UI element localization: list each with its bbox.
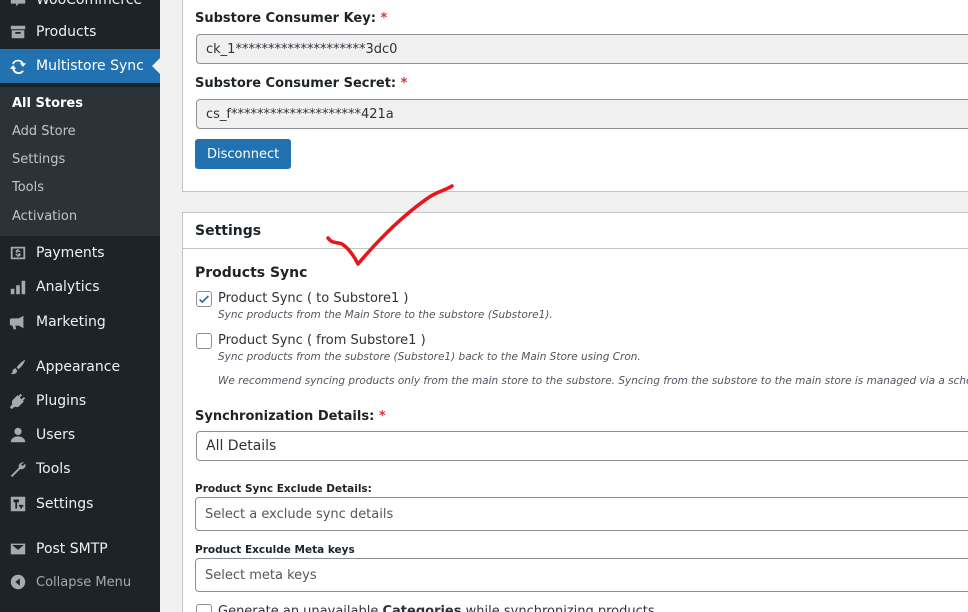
exclude-details-select[interactable]: Select a exclude sync details xyxy=(195,497,968,531)
sidebar-item-tools[interactable]: Tools xyxy=(0,452,160,486)
sidebar-item-settings[interactable]: Settings xyxy=(0,487,160,521)
sidebar-item-label: Payments xyxy=(36,245,105,261)
consumer-key-label: Substore Consumer Key: * xyxy=(195,11,388,26)
sidebar-item-label: Plugins xyxy=(36,393,87,409)
consumer-secret-label: Substore Consumer Secret: * xyxy=(195,76,408,91)
plug-icon xyxy=(8,391,28,411)
collapse-icon xyxy=(8,572,28,592)
submenu-add-store[interactable]: Add Store xyxy=(12,124,76,139)
products-sync-heading: Products Sync xyxy=(195,265,308,281)
sync-to-substore-description: Sync products from the Main Store to the… xyxy=(218,309,553,321)
sidebar-item-label: Post SMTP xyxy=(36,541,108,557)
sidebar-item-label: Marketing xyxy=(36,314,106,330)
sync-to-substore-label[interactable]: Product Sync ( to Substore1 ) xyxy=(218,291,408,306)
sidebar-item-appearance[interactable]: Appearance xyxy=(0,350,160,384)
admin-sidebar: WooCommerce Products Multistore Sync All… xyxy=(0,0,160,612)
sync-icon xyxy=(8,56,28,76)
settings-icon xyxy=(8,494,28,514)
sync-from-substore-description: Sync products from the substore (Substor… xyxy=(218,351,641,363)
sidebar-item-label: Settings xyxy=(36,496,94,512)
sidebar-item-multistore-sync[interactable]: Multistore Sync xyxy=(0,49,160,83)
exclude-meta-label: Product Exculde Meta keys xyxy=(195,544,355,556)
sidebar-item-label: Products xyxy=(36,24,97,40)
sync-from-substore-label[interactable]: Product Sync ( from Substore1 ) xyxy=(218,333,426,348)
sync-to-substore-checkbox[interactable] xyxy=(196,291,212,307)
disconnect-button[interactable]: Disconnect xyxy=(195,139,292,169)
wrench-icon xyxy=(8,459,28,479)
sidebar-item-label: Users xyxy=(36,427,76,443)
collapse-menu-button[interactable]: Collapse Menu xyxy=(0,565,160,599)
sidebar-item-post-smtp[interactable]: Post SMTP xyxy=(0,532,160,566)
settings-title: Settings xyxy=(195,223,262,239)
collapse-menu-label: Collapse Menu xyxy=(36,574,132,590)
sync-details-label: Synchronization Details: * xyxy=(195,409,386,424)
sidebar-submenu: All Stores Add Store Settings Tools Acti… xyxy=(0,87,160,236)
paintbrush-icon xyxy=(8,357,28,377)
connection-panel: Substore Consumer Key: * ck_1***********… xyxy=(182,0,968,192)
sidebar-item-label: Multistore Sync xyxy=(36,58,144,74)
sync-from-substore-checkbox[interactable] xyxy=(196,333,212,349)
sidebar-item-products[interactable]: Products xyxy=(0,15,160,49)
generate-categories-label[interactable]: Generate an unavailable Categories while… xyxy=(218,604,655,612)
annotation-checkmark-icon xyxy=(326,184,454,266)
sidebar-item-plugins[interactable]: Plugins xyxy=(0,384,160,418)
sidebar-item-label: Appearance xyxy=(36,359,121,375)
sidebar-item-payments[interactable]: Payments xyxy=(0,236,160,270)
sidebar-item-label: Tools xyxy=(36,461,71,477)
bar-chart-icon xyxy=(8,277,28,297)
submenu-all-stores[interactable]: All Stores xyxy=(12,96,83,111)
exclude-details-label: Product Sync Exclude Details: xyxy=(195,483,372,495)
exclude-meta-select[interactable]: Select meta keys xyxy=(195,558,968,592)
woocommerce-icon xyxy=(8,0,28,10)
recommendation-note: We recommend syncing products only from … xyxy=(218,375,968,387)
sidebar-item-label: WooCommerce xyxy=(36,0,143,8)
sync-details-select[interactable]: All Details xyxy=(196,431,968,461)
sidebar-item-marketing[interactable]: Marketing xyxy=(0,305,160,339)
submenu-activation[interactable]: Activation xyxy=(12,209,77,224)
megaphone-icon xyxy=(8,312,28,332)
user-icon xyxy=(8,425,28,445)
archive-icon xyxy=(8,22,28,42)
generate-categories-checkbox[interactable] xyxy=(196,604,212,612)
consumer-secret-field[interactable]: cs_f********************421a xyxy=(196,99,968,129)
submenu-tools[interactable]: Tools xyxy=(12,180,44,195)
main-content: Substore Consumer Key: * ck_1***********… xyxy=(160,0,968,612)
checkmark-icon xyxy=(199,295,209,304)
payments-icon xyxy=(8,243,28,263)
sidebar-item-analytics[interactable]: Analytics xyxy=(0,270,160,304)
settings-panel: Settings Products Sync Product Sync ( to… xyxy=(182,212,968,612)
consumer-key-field[interactable]: ck_1********************3dc0 xyxy=(196,34,968,64)
sidebar-item-label: Analytics xyxy=(36,279,100,295)
email-icon xyxy=(8,539,28,559)
divider xyxy=(183,248,968,249)
submenu-settings[interactable]: Settings xyxy=(12,152,65,167)
sidebar-item-users[interactable]: Users xyxy=(0,418,160,452)
